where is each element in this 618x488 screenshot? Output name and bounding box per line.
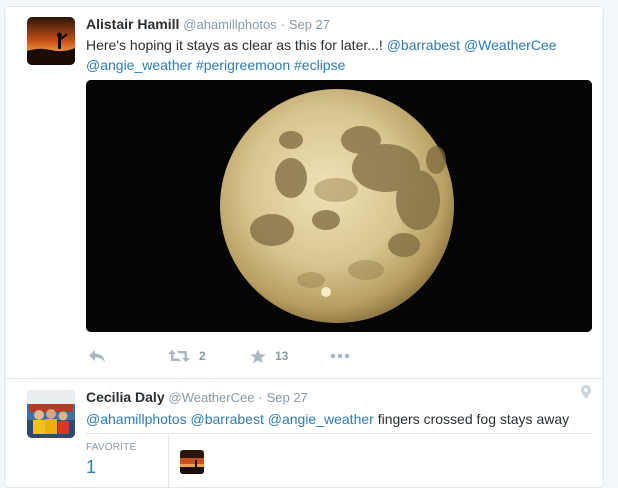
tweet-text: @ahamillphotos @barrabest @angie_weather… <box>86 409 591 429</box>
author-fullname[interactable]: Alistair Hamill <box>86 16 179 32</box>
more-button[interactable] <box>330 346 350 366</box>
tweet-text: Here's hoping it stays as clear as this … <box>86 35 591 75</box>
tweet[interactable]: Alistair Hamill @ahamillphotos · Sep 27 … <box>5 7 603 379</box>
moon-image <box>86 80 592 332</box>
tweet-actions: 2 13 <box>86 346 591 366</box>
favorite-button[interactable]: 13 <box>250 346 288 366</box>
tweet-text-body: Here's hoping it stays as clear as this … <box>86 37 387 53</box>
favorite-stat-label: FAVORITE <box>86 442 137 453</box>
tweet[interactable]: Cecilia Daly @WeatherCee · Sep 27 @ahami… <box>5 379 603 487</box>
timestamp[interactable]: Sep 27 <box>267 390 308 405</box>
timeline: Alistair Hamill @ahamillphotos · Sep 27 … <box>4 6 604 488</box>
more-icon <box>330 353 350 359</box>
mention-link[interactable]: @ahamillphotos <box>86 411 187 427</box>
reply-icon <box>89 350 105 362</box>
retweet-icon <box>168 350 190 362</box>
mention-link[interactable]: @angie_weather <box>268 411 374 427</box>
tweet-media-photo[interactable] <box>86 80 592 332</box>
tweet-header: Alistair Hamill @ahamillphotos · Sep 27 <box>86 15 330 34</box>
favorite-count: 13 <box>275 349 289 363</box>
author-username[interactable]: @ahamillphotos <box>183 17 276 32</box>
reply-button[interactable] <box>88 346 106 366</box>
favorite-stat[interactable]: FAVORITE 1 <box>86 434 169 487</box>
favorite-stat-count[interactable]: 1 <box>86 457 96 478</box>
author-username[interactable]: @WeatherCee <box>169 390 255 405</box>
retweet-count: 2 <box>199 349 206 363</box>
avatar[interactable] <box>27 390 75 438</box>
favoriter-avatar[interactable] <box>180 450 204 474</box>
avatar[interactable] <box>27 17 75 65</box>
separator: · <box>258 390 263 405</box>
hashtag-link[interactable]: #eclipse <box>294 57 345 73</box>
tweet-header: Cecilia Daly @WeatherCee · Sep 27 <box>86 388 308 407</box>
favorite-icon <box>250 349 266 363</box>
timestamp[interactable]: Sep 27 <box>289 17 330 32</box>
retweet-button[interactable]: 2 <box>168 346 206 366</box>
tweet-text-body: fingers crossed fog stays away <box>373 411 570 427</box>
separator: · <box>280 17 285 32</box>
author-fullname[interactable]: Cecilia Daly <box>86 389 165 405</box>
location-pin-icon[interactable] <box>581 385 591 404</box>
hashtag-link[interactable]: #perigreemoon <box>196 57 290 73</box>
mention-link[interactable]: @WeatherCee <box>464 37 557 53</box>
tweet-stats: FAVORITE 1 <box>86 433 591 487</box>
mention-link[interactable]: @angie_weather <box>86 57 192 73</box>
mention-link[interactable]: @barrabest <box>191 411 264 427</box>
mention-link[interactable]: @barrabest <box>387 37 460 53</box>
